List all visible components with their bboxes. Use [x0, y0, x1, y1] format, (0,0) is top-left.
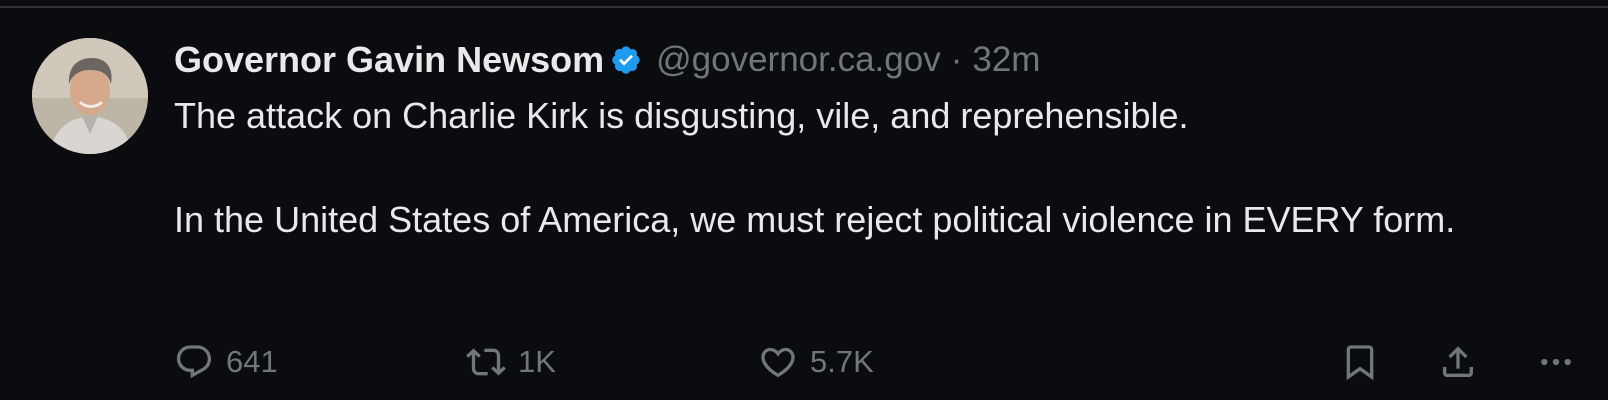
post-paragraph-2: In the United States of America, we must…	[174, 199, 1456, 240]
post-paragraph-1: The attack on Charlie Kirk is disgusting…	[174, 95, 1189, 136]
post-timestamp[interactable]: 32m	[972, 40, 1040, 80]
more-icon	[1541, 358, 1571, 366]
repost-count: 1K	[518, 344, 556, 379]
author-handle[interactable]: @governor.ca.gov	[656, 40, 941, 80]
post-text: The attack on Charlie Kirk is disgusting…	[174, 90, 1554, 246]
post-body: Governor Gavin Newsom @governor.ca.gov ·…	[174, 32, 1574, 246]
header-separator: ·	[950, 40, 963, 79]
author-avatar[interactable]	[32, 38, 148, 154]
reply-button[interactable]: 641	[174, 340, 278, 384]
author-display-name[interactable]: Governor Gavin Newsom	[174, 39, 604, 81]
repost-icon	[466, 348, 506, 376]
verified-badge-icon	[610, 44, 642, 76]
post-actions: 641 1K 5.7K	[0, 340, 1608, 384]
share-button[interactable]	[1438, 340, 1478, 384]
post-header: Governor Gavin Newsom @governor.ca.gov ·…	[174, 32, 1574, 88]
like-button[interactable]: 5.7K	[758, 340, 874, 384]
more-button[interactable]	[1536, 340, 1576, 384]
reply-icon	[176, 345, 212, 379]
like-count: 5.7K	[810, 344, 874, 379]
post[interactable]: Governor Gavin Newsom @governor.ca.gov ·…	[0, 8, 1608, 400]
share-icon	[1443, 346, 1473, 377]
bookmark-icon	[1346, 345, 1374, 381]
reply-count: 641	[226, 344, 278, 379]
repost-button[interactable]: 1K	[466, 340, 556, 384]
heart-icon	[761, 347, 795, 378]
bookmark-button[interactable]	[1340, 340, 1380, 384]
avatar-photo-icon	[32, 38, 148, 154]
